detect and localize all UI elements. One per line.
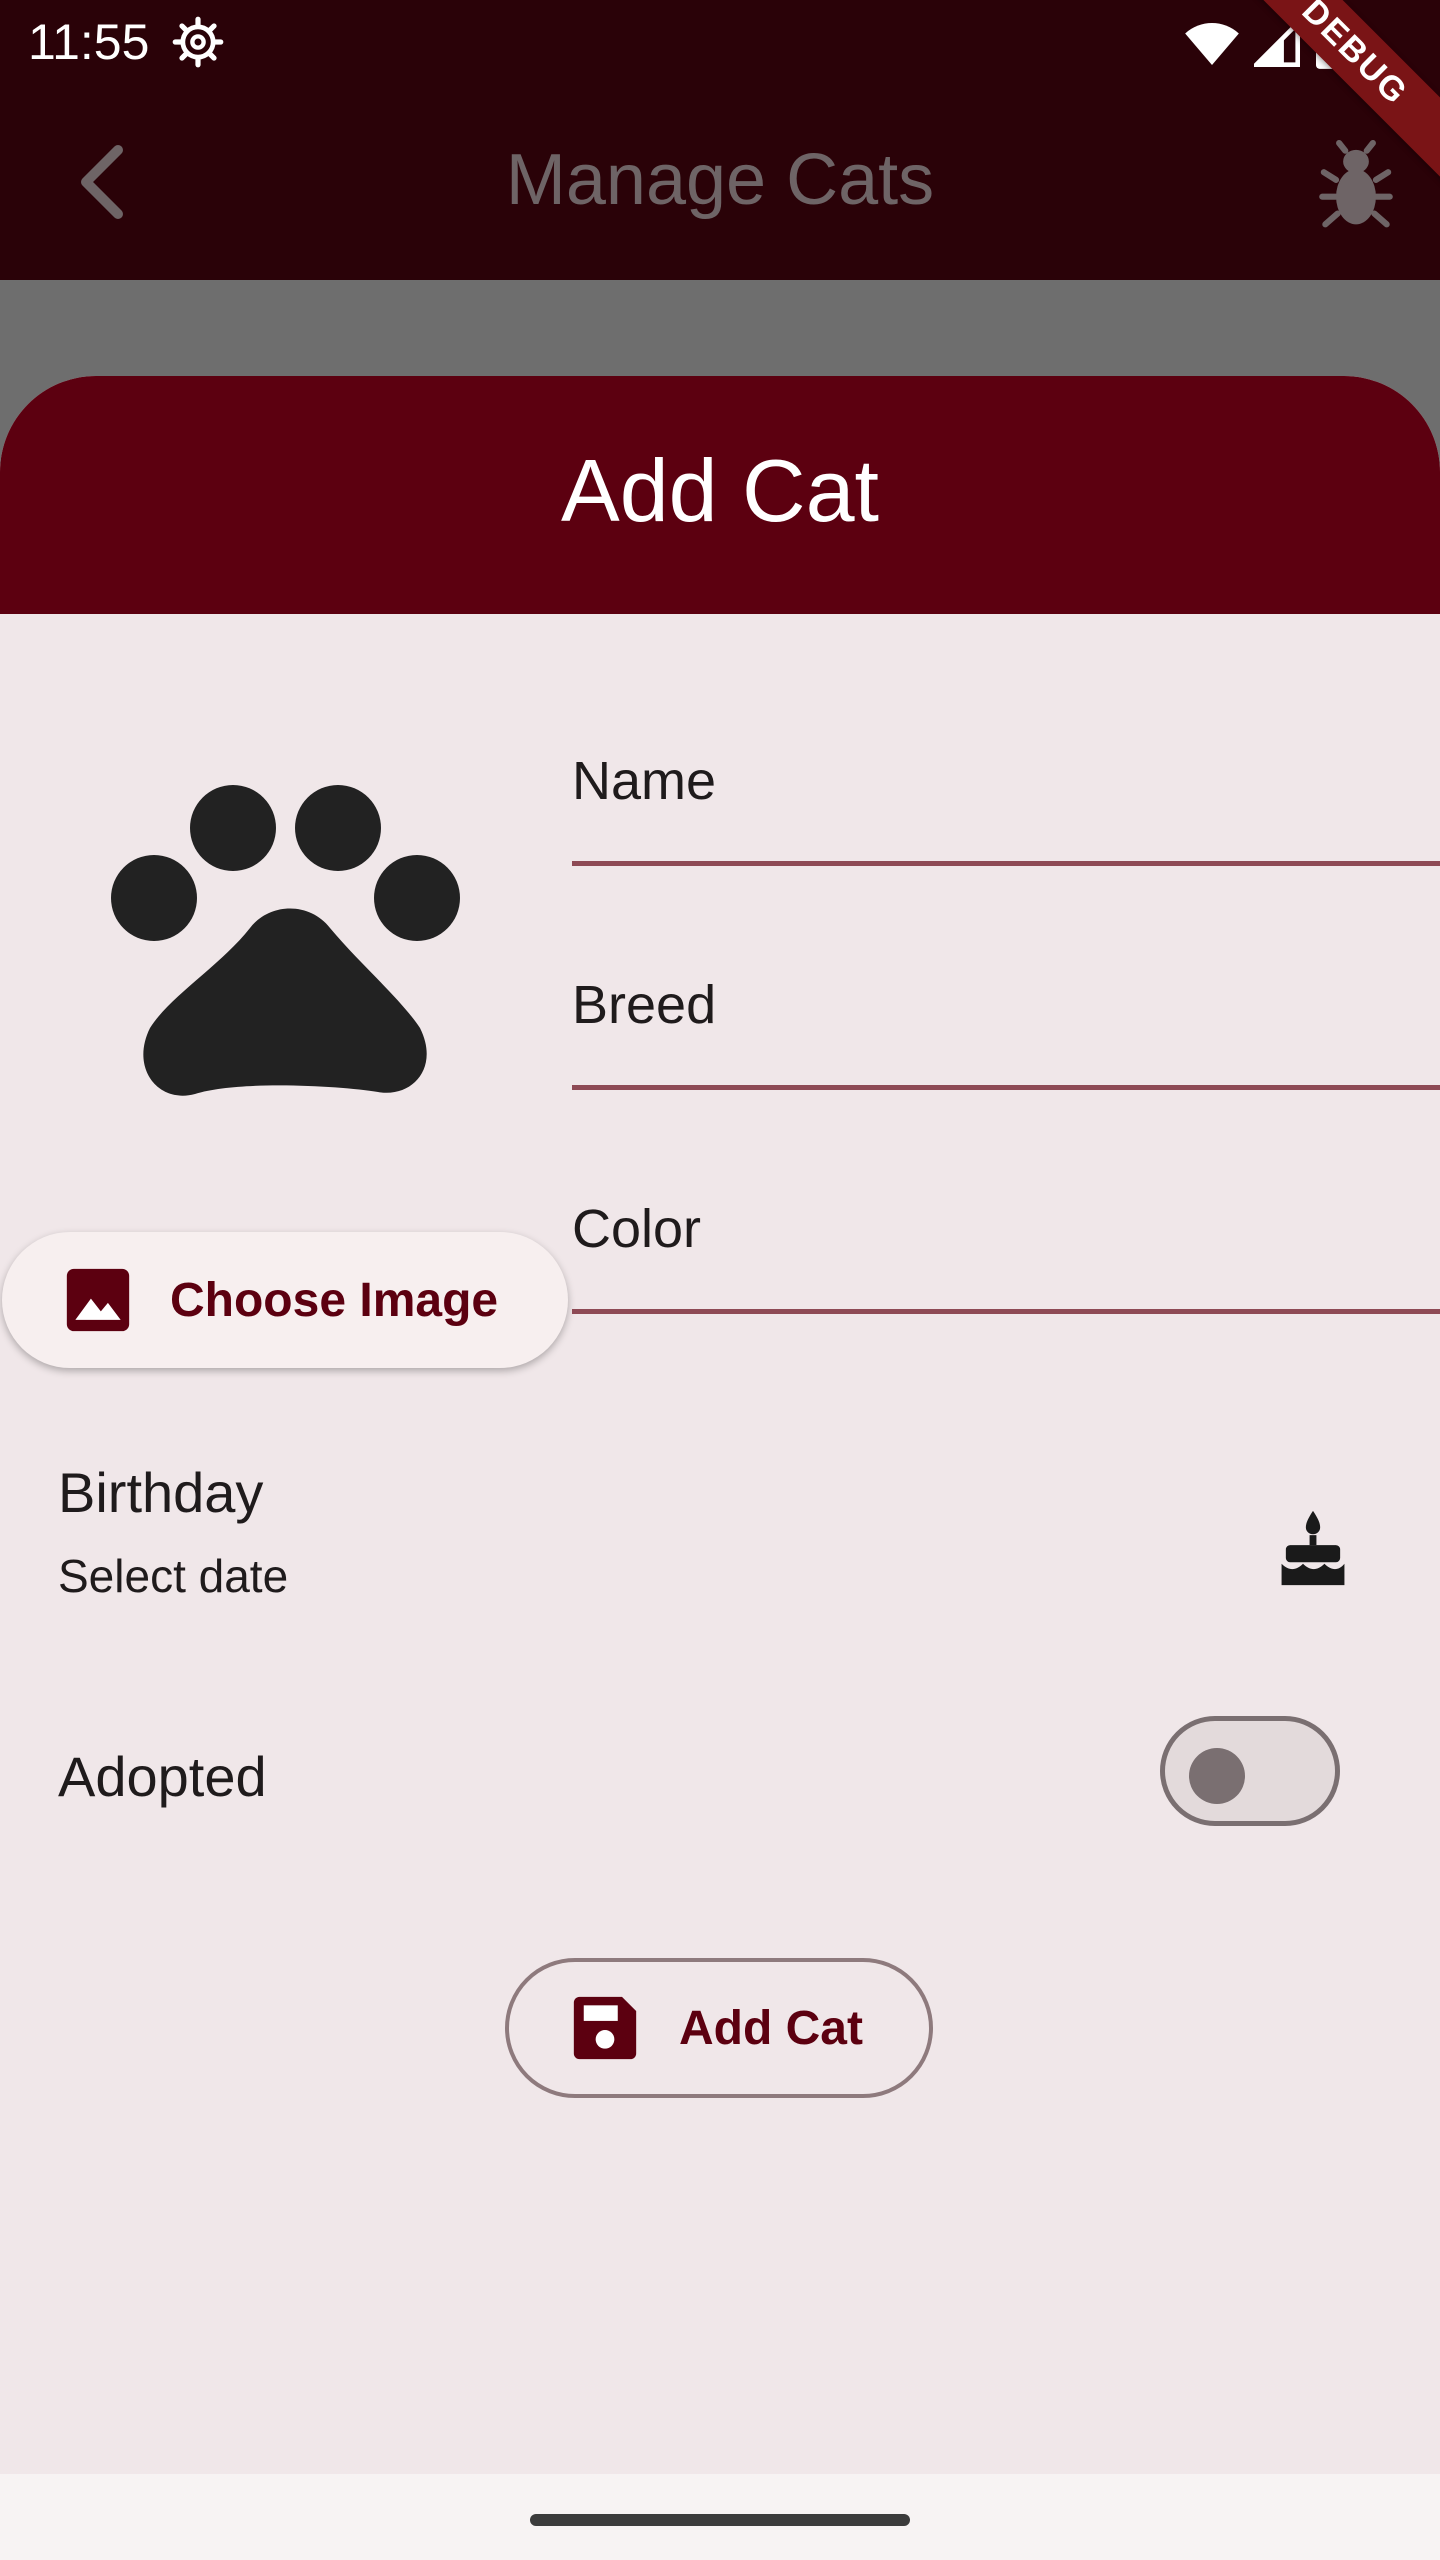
- name-input[interactable]: [572, 746, 1436, 858]
- system-nav-bar: [0, 2474, 1440, 2560]
- top-app-bar: 11:55 DEBUG Manage Cats: [0, 0, 1440, 280]
- breed-field[interactable]: Breed: [572, 970, 1440, 1090]
- choose-image-label: Choose Image: [170, 1273, 499, 1327]
- color-input[interactable]: [572, 1194, 1436, 1306]
- add-cat-label: Add Cat: [679, 2001, 863, 2055]
- bug-icon[interactable]: [1318, 140, 1394, 232]
- color-field-underline: [572, 1309, 1440, 1314]
- settings-gear-icon: [172, 16, 224, 68]
- adopted-label: Adopted: [58, 1745, 267, 1808]
- name-field[interactable]: Name: [572, 746, 1440, 866]
- sheet-title: Add Cat: [561, 441, 879, 540]
- color-field[interactable]: Color: [572, 1194, 1440, 1314]
- status-time: 11:55: [28, 14, 150, 70]
- breed-field-underline: [572, 1085, 1440, 1090]
- paw-icon: [111, 785, 460, 1096]
- cake-icon[interactable]: [1278, 1508, 1348, 1588]
- choose-image-button[interactable]: Choose Image: [2, 1232, 568, 1368]
- sheet-header: Add Cat: [0, 376, 1440, 614]
- adopted-toggle-knob: [1189, 1748, 1245, 1804]
- wifi-icon: [1185, 23, 1239, 65]
- page-title: Manage Cats: [505, 140, 935, 220]
- breed-input[interactable]: [572, 970, 1436, 1082]
- screen: 11:55 DEBUG Manage Cats Add Cat Choose I…: [0, 0, 1440, 2560]
- image-icon: [66, 1268, 130, 1332]
- adopted-toggle[interactable]: [1160, 1716, 1340, 1826]
- adopted-row: Adopted: [0, 1716, 1440, 1836]
- home-indicator[interactable]: [530, 2514, 910, 2526]
- add-cat-sheet: Add Cat Choose Image Name Breed Color: [0, 376, 1440, 2476]
- birthday-title: Birthday: [58, 1461, 264, 1524]
- save-icon: [573, 1996, 637, 2060]
- birthday-picker[interactable]: Birthday Select date: [0, 1458, 1440, 1638]
- name-field-underline: [572, 861, 1440, 866]
- add-cat-button[interactable]: Add Cat: [505, 1958, 933, 2098]
- birthday-value: Select date: [58, 1550, 289, 1602]
